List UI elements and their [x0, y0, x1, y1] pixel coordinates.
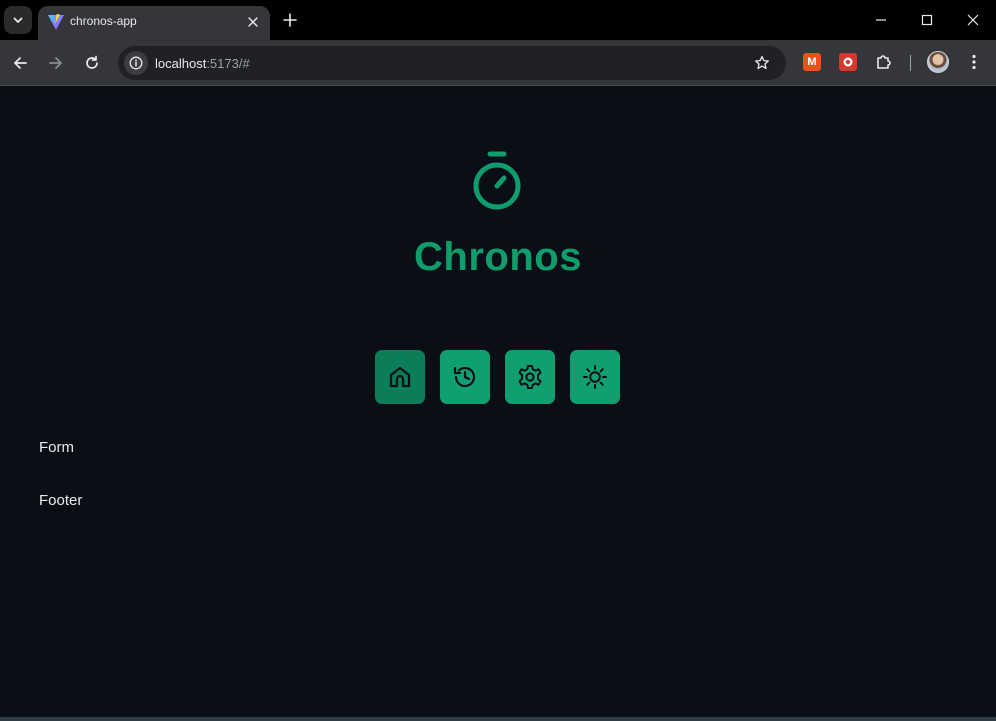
theme-toggle-button[interactable] [570, 350, 620, 404]
arrow-right-icon [49, 57, 62, 69]
plus-icon [283, 13, 297, 27]
new-tab-button[interactable] [278, 8, 302, 32]
url-path: :5173/# [206, 56, 250, 71]
arrow-left-icon [14, 57, 27, 69]
forward-button[interactable] [43, 50, 69, 76]
extension-red-button[interactable] [839, 53, 857, 71]
close-icon [967, 14, 979, 26]
back-button[interactable] [7, 50, 33, 76]
browser-toolbar: localhost:5173/# M [0, 40, 996, 86]
site-info-button[interactable] [124, 51, 148, 75]
tab-title: chronos-app [70, 14, 137, 28]
star-icon [755, 55, 769, 70]
browser-tab-strip: chronos-app [0, 0, 996, 40]
bookmark-button[interactable] [752, 53, 772, 73]
home-icon [389, 366, 411, 388]
gear-icon [518, 365, 542, 389]
app-page: Chronos Form Footer [0, 87, 996, 717]
minimize-icon [876, 19, 886, 21]
extension-m-button[interactable]: M [803, 53, 821, 71]
tab-close-button[interactable] [244, 13, 262, 31]
chevron-down-icon [13, 17, 23, 23]
footer-section: Footer [39, 492, 83, 509]
history-icon [453, 366, 476, 388]
nav-history-button[interactable] [440, 350, 490, 404]
url-text: localhost:5173/# [155, 56, 250, 71]
extension-bug-icon [843, 57, 853, 67]
vite-favicon-icon [48, 14, 64, 30]
minimize-button[interactable] [858, 0, 904, 40]
kebab-menu-icon [972, 54, 976, 70]
address-bar[interactable]: localhost:5173/# [118, 46, 786, 80]
browser-tab[interactable]: chronos-app [38, 6, 270, 40]
nav-settings-button[interactable] [505, 350, 555, 404]
profile-avatar[interactable] [927, 51, 949, 73]
close-icon [248, 17, 258, 27]
browser-menu-button[interactable] [964, 52, 984, 72]
window-close-button[interactable] [950, 0, 996, 40]
extension-m-label: M [807, 56, 817, 68]
sun-icon [583, 365, 607, 389]
app-title: Chronos [414, 235, 582, 279]
nav-home-button[interactable] [375, 350, 425, 404]
extensions-puzzle-icon[interactable] [874, 52, 894, 72]
toolbar-separator [910, 55, 911, 71]
window-bottom-edge [0, 717, 996, 721]
reload-button[interactable] [79, 50, 105, 76]
url-host: localhost [155, 56, 207, 71]
reload-icon [86, 55, 98, 69]
maximize-button[interactable] [904, 0, 950, 40]
form-section: Form [39, 439, 74, 456]
info-icon [129, 56, 143, 70]
maximize-icon [921, 14, 933, 26]
tab-search-button[interactable] [4, 6, 32, 34]
stopwatch-icon [473, 151, 521, 210]
